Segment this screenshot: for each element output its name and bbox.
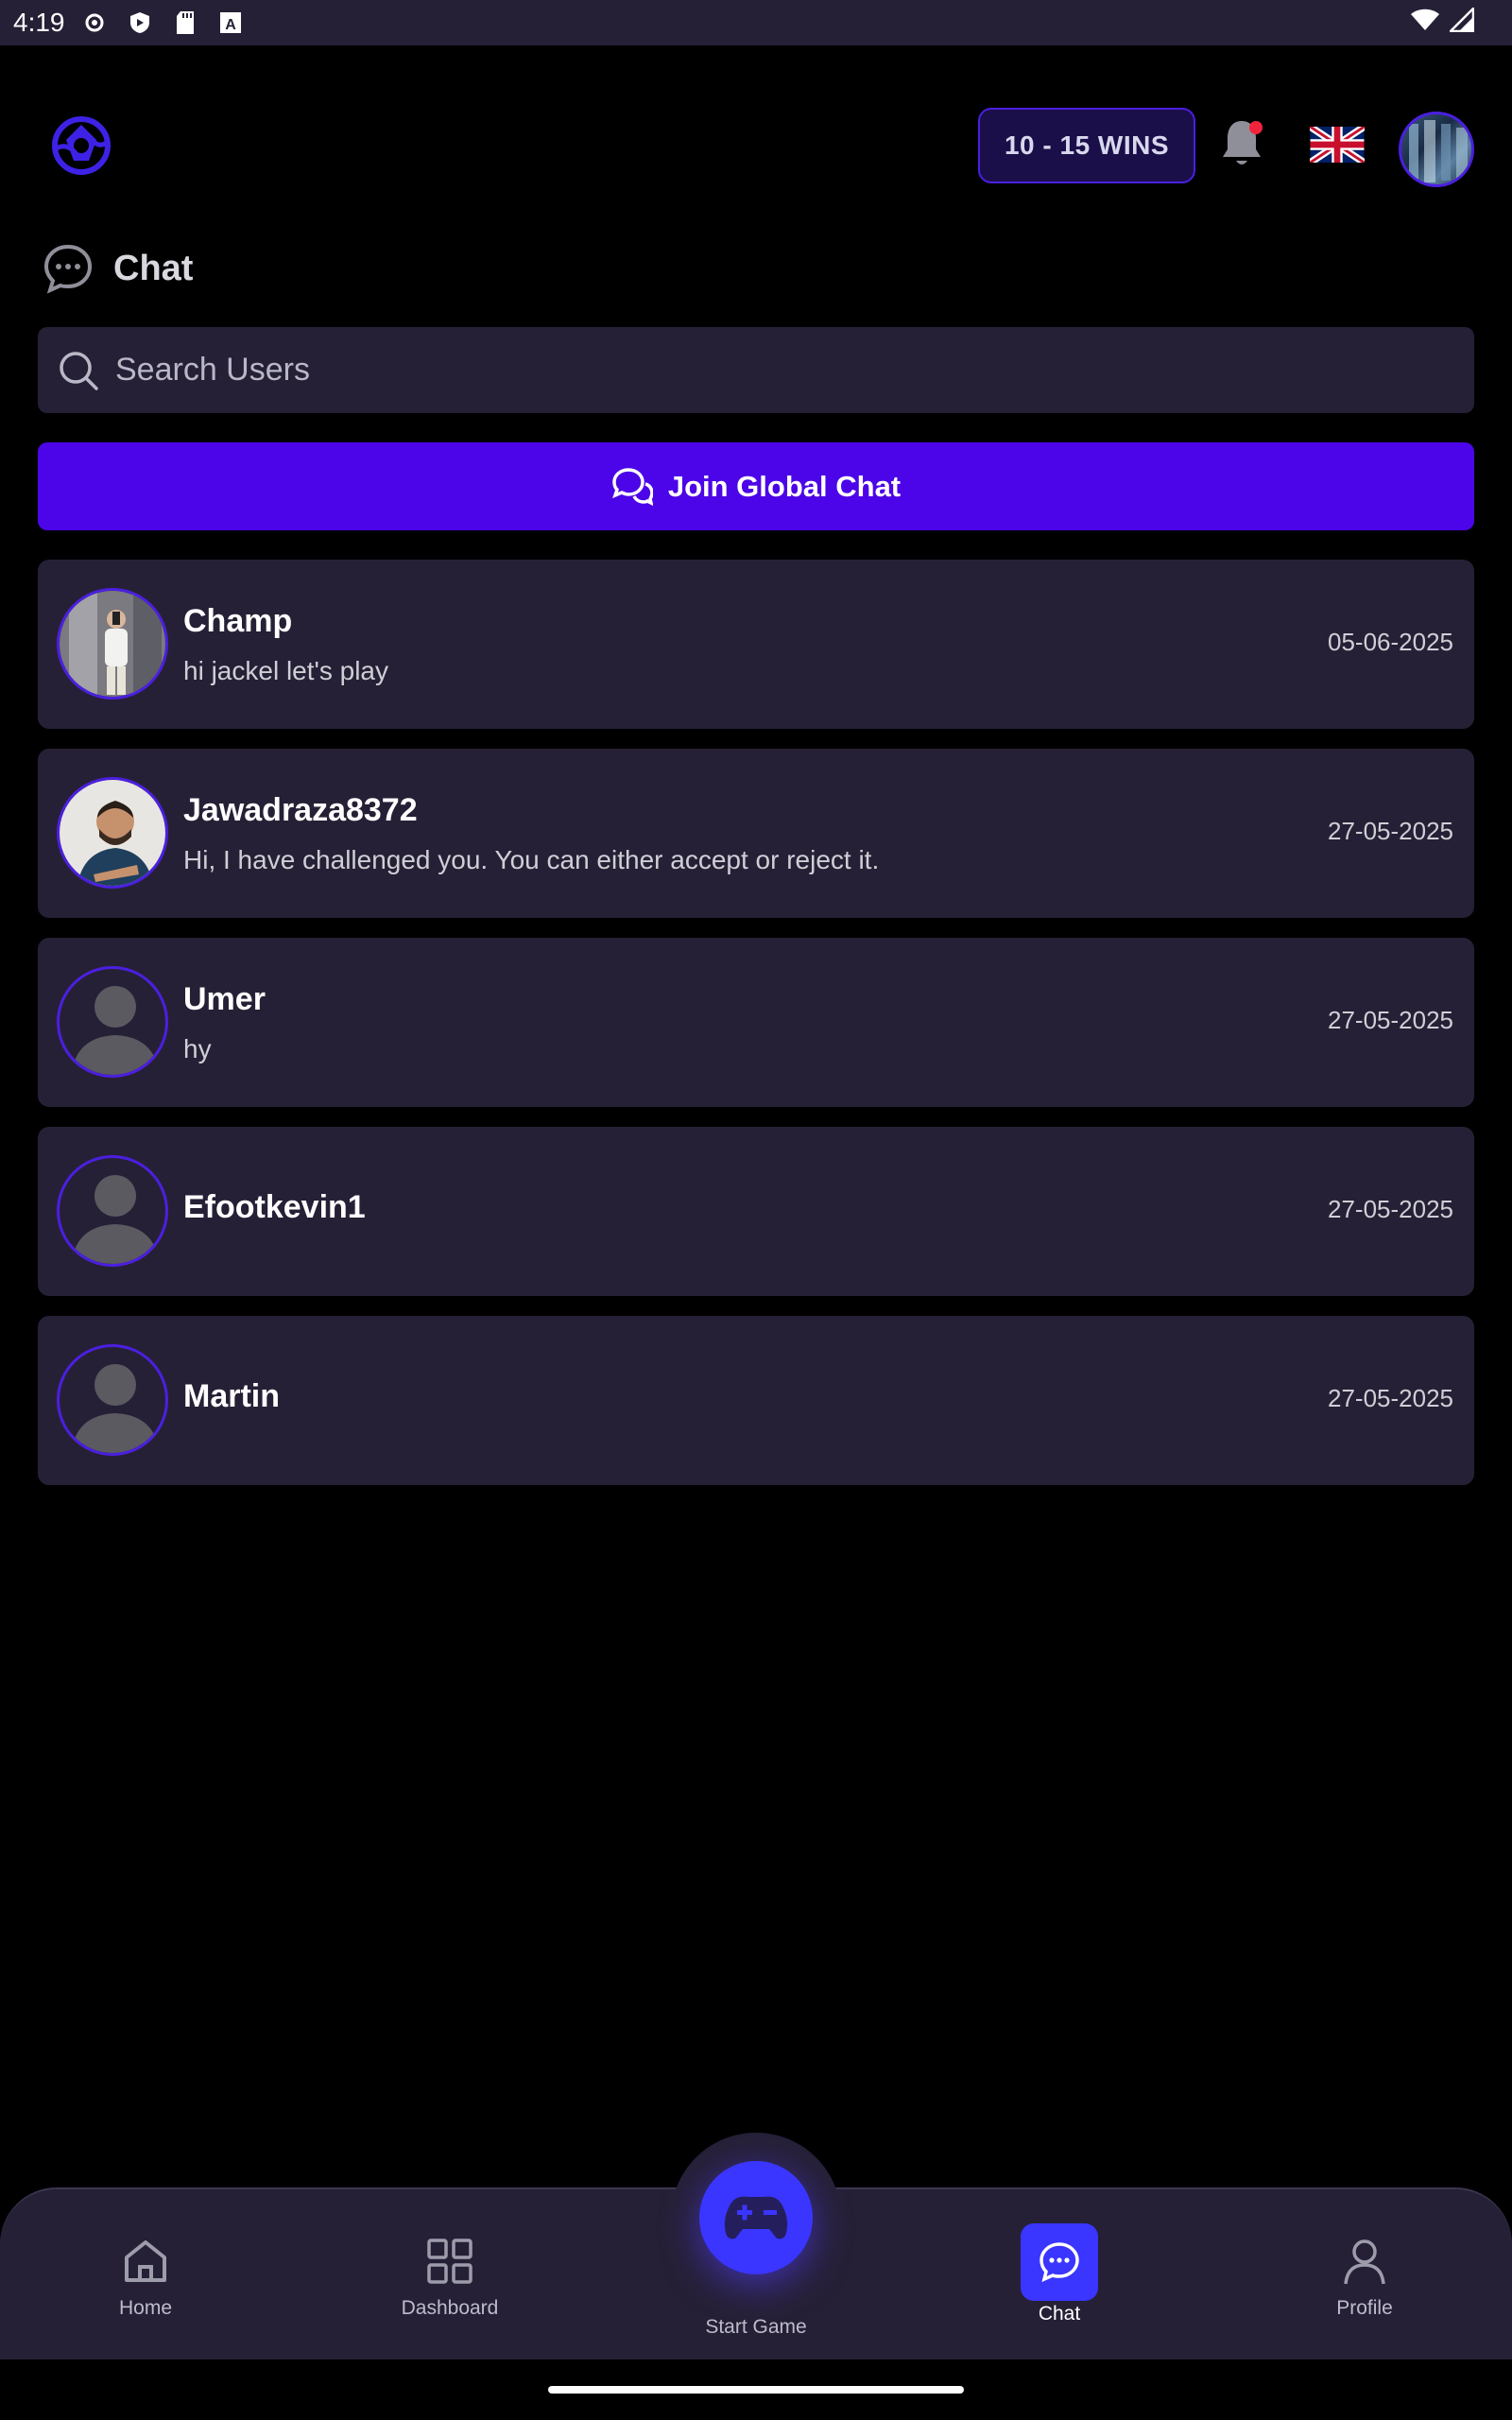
nav-chat[interactable]: Chat [965,2223,1154,2325]
nav-dashboard[interactable]: Dashboard [355,2235,544,2320]
settings-status-icon [82,10,107,35]
page-header: Chat [42,242,193,295]
chat-last-message: hy [183,1034,212,1063]
chat-bubble-icon [42,242,94,295]
join-global-chat-label: Join Global Chat [667,469,902,503]
chat-item[interactable]: Jawadraza8372 Hi, I have challenged you.… [38,749,1474,918]
chat-date: 27-05-2025 [1328,817,1453,845]
chat-bubbles-icon [611,466,654,508]
default-avatar-icon [57,1344,168,1456]
start-game-button[interactable] [699,2161,813,2274]
nav-profile-label: Profile [1336,2297,1393,2319]
signal-icon [1447,5,1475,37]
app-logo-icon[interactable] [47,112,115,180]
chat-item[interactable]: Umer hy 27-05-2025 [38,938,1474,1107]
join-global-chat-button[interactable]: Join Global Chat [38,442,1474,530]
home-icon [125,2240,166,2282]
start-game-fab-container [671,2133,841,2303]
profile-icon [1344,2239,1385,2285]
app-header: 10 - 15 WINS [0,45,1512,253]
svg-text:A: A [225,17,236,33]
sd-card-status-icon [173,10,198,35]
font-status-icon: A [218,10,243,35]
default-avatar-icon [57,966,168,1078]
nav-chat-label: Chat [1038,2303,1081,2325]
status-bar: 4:19 A [0,0,1512,45]
nav-dashboard-label: Dashboard [401,2297,499,2319]
gesture-navigation-bar[interactable] [548,2386,964,2394]
chat-bubble-icon [1040,2242,1079,2283]
search-bar [38,327,1474,413]
search-users-input[interactable] [115,352,1344,389]
start-game-label: Start Game [705,2316,807,2338]
nav-home[interactable]: Home [51,2235,240,2320]
search-icon [57,349,100,392]
chat-date: 27-05-2025 [1328,1195,1453,1223]
chat-name: Champ [183,603,293,639]
chat-item[interactable]: Efootkevin1 27-05-2025 [38,1127,1474,1296]
chat-name: Umer [183,981,266,1017]
default-avatar-icon [57,1155,168,1267]
notification-badge [1249,121,1263,134]
dashboard-grid-icon [427,2238,472,2284]
user-avatar[interactable] [1399,112,1474,187]
status-time: 4:19 [13,8,65,37]
chat-avatar [57,588,168,700]
chat-date: 05-06-2025 [1328,628,1453,656]
shield-status-icon [128,10,152,35]
uk-flag-icon[interactable] [1308,123,1366,166]
chat-last-message: Hi, I have challenged you. You can eithe… [183,845,880,874]
chat-name: Jawadraza8372 [183,792,418,828]
chat-date: 27-05-2025 [1328,1006,1453,1034]
chat-avatar [57,777,168,889]
wifi-icon [1410,8,1440,37]
chat-name: Efootkevin1 [183,1189,366,1225]
nav-profile[interactable]: Profile [1270,2235,1459,2320]
chat-date: 27-05-2025 [1328,1384,1453,1412]
nav-home-label: Home [118,2297,173,2319]
chat-list: Champ hi jackel let's play 05-06-2025 Ja… [38,560,1474,1505]
page-title: Chat [113,248,194,288]
chat-item[interactable]: Martin 27-05-2025 [38,1316,1474,1485]
gamepad-icon [724,2196,788,2239]
chat-name: Martin [183,1378,280,1414]
wins-range-button[interactable]: 10 - 15 WINS [978,108,1195,183]
chat-active-indicator [1021,2223,1098,2301]
chat-last-message: hi jackel let's play [183,656,388,685]
chat-item[interactable]: Champ hi jackel let's play 05-06-2025 [38,560,1474,729]
